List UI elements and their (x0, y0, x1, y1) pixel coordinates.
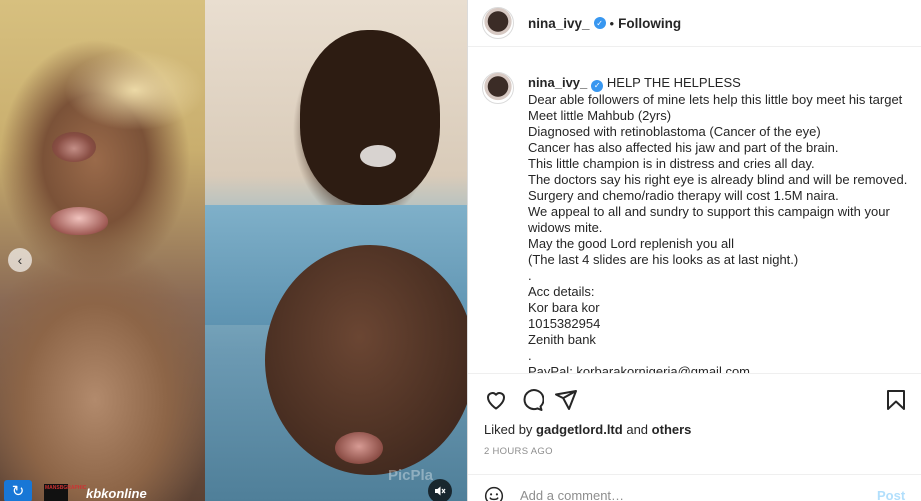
caption-row: nina_ivy_ ✓ HELP THE HELPLESS Dear able f… (482, 60, 914, 373)
media-photo-right (205, 0, 467, 501)
post-header: nina_ivy_ ✓ • Following (468, 0, 921, 47)
post-timestamp[interactable]: 2 HOURS AGO (484, 446, 553, 457)
action-bar (468, 373, 921, 423)
caption-area[interactable]: nina_ivy_ ✓ HELP THE HELPLESS Dear able f… (468, 60, 921, 373)
caption-line: 1015382954 (528, 316, 601, 331)
caption-line: HELP THE HELPLESS (606, 75, 741, 90)
caption-line: Kor bara kor (528, 300, 600, 315)
header-separator: • (609, 15, 615, 31)
comment-icon[interactable] (520, 388, 544, 412)
caption-line: (The last 4 slides are his looks as at l… (528, 252, 799, 267)
likes-prefix: Liked by (484, 422, 533, 437)
caption-line: widows mite. (528, 220, 603, 235)
photo-detail-woman-mouth (360, 145, 396, 167)
post-media[interactable]: PicPla ‹ ↻ MANSBGRAPHIC kbkonline (0, 0, 467, 501)
bookmark-icon[interactable] (884, 388, 908, 412)
speaker-muted-icon (435, 486, 446, 496)
comment-input[interactable] (520, 488, 850, 501)
media-watermark: PicPla (388, 467, 434, 484)
caption-line: This little champion is in distress and … (528, 156, 815, 171)
photo-detail-eye (52, 132, 96, 162)
repost-icon: ↻ (4, 480, 32, 501)
caption-line: Surgery and chemo/radio therapy will cos… (528, 188, 839, 203)
post-sidebar: nina_ivy_ ✓ • Following nina_ivy_ ✓ HELP … (467, 0, 921, 501)
caption-line: The doctors say his right eye is already… (528, 172, 908, 187)
caption-line: Dear able followers of mine lets help th… (528, 92, 903, 107)
verified-badge-icon: ✓ (593, 17, 606, 29)
following-button[interactable]: Following (618, 16, 681, 31)
mute-toggle-button[interactable] (428, 479, 452, 501)
verified-badge-icon: ✓ (591, 80, 604, 92)
caption-line: PayPal: korbarakornigeria@gmail.com (528, 364, 751, 373)
caption-line: May the good Lord replenish you all (528, 236, 734, 251)
caption-line: We appeal to all and sundry to support t… (528, 204, 890, 219)
header-username[interactable]: nina_ivy_ (528, 16, 590, 31)
caption-line: Acc details: (528, 284, 595, 299)
caption-text: nina_ivy_ ✓ HELP THE HELPLESS Dear able f… (528, 75, 908, 373)
caption-line: Meet little Mahbub (2yrs) (528, 108, 672, 123)
previous-slide-button[interactable]: ‹ (8, 248, 32, 272)
emoji-icon[interactable] (484, 486, 504, 501)
likes-summary: Liked by gadgetlord.ltd and others (484, 422, 691, 437)
caption-line: Cancer has also affected his jaw and par… (528, 140, 839, 155)
channel-name-overlay: kbkonline (86, 486, 147, 501)
caption-avatar[interactable] (482, 72, 514, 104)
photo-detail-woman (300, 30, 440, 205)
avatar[interactable] (482, 7, 514, 39)
chevron-left-icon: ‹ (17, 252, 23, 268)
photo-detail-baby-mouth (335, 432, 383, 464)
heart-icon[interactable] (484, 388, 508, 412)
caption-line: . (528, 268, 532, 283)
caption-line: Zenith bank (528, 332, 596, 347)
caption-line: . (528, 348, 532, 363)
liked-by-user-link[interactable]: gadgetlord.ltd (536, 422, 623, 437)
likes-others-link[interactable]: others (652, 422, 692, 437)
comment-bar: Post (468, 474, 921, 501)
caption-line: Diagnosed with retinoblastoma (Cancer of… (528, 124, 821, 139)
likes-and: and (626, 422, 649, 437)
share-icon[interactable] (554, 388, 578, 412)
media-photo-left (0, 0, 205, 501)
post-comment-button[interactable]: Post (877, 488, 905, 501)
caption-username[interactable]: nina_ivy_ (528, 75, 587, 90)
channel-logo: MANSBGRAPHIC (44, 484, 86, 501)
photo-detail-mouth (50, 207, 108, 235)
